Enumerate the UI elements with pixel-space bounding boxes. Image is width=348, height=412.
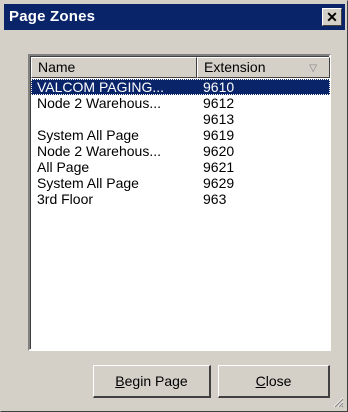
begin-page-button[interactable]: Begin Page <box>93 365 211 398</box>
close-button[interactable]: Close <box>218 365 330 398</box>
list-item[interactable]: Node 2 Warehous... 9612 <box>31 95 330 111</box>
zone-name: System All Page <box>37 175 139 191</box>
zone-extension: 9610 <box>203 79 235 95</box>
list-item[interactable]: System All Page 9629 <box>31 175 330 191</box>
column-header-extension[interactable]: Extension ▽ <box>197 57 330 78</box>
zone-extension: 9613 <box>203 111 235 127</box>
zone-extension: 9619 <box>203 127 235 143</box>
zone-extension: 963 <box>203 191 227 207</box>
window-title: Page Zones <box>9 8 96 25</box>
zone-name: System All Page <box>37 127 139 143</box>
list-header: Name Extension ▽ <box>31 57 332 78</box>
column-header-extension-label: Extension <box>204 59 266 75</box>
zone-extension: 9612 <box>203 95 235 111</box>
zone-extension: 9629 <box>203 175 235 191</box>
zone-name: Node 2 Warehous... <box>37 143 161 159</box>
zone-name: Node 2 Warehous... <box>37 95 161 111</box>
page-zones-list[interactable]: Name Extension ▽ VALCOM PAGING... 9610 N… <box>28 54 331 351</box>
list-item[interactable]: System All Page 9619 <box>31 127 330 143</box>
zone-extension: 9621 <box>203 159 235 175</box>
zone-name: All Page <box>37 159 90 175</box>
page-zones-dialog: Page Zones ✕ Name Extension ▽ VALCOM PAG… <box>0 0 348 412</box>
list-rows: VALCOM PAGING... 9610 Node 2 Warehous...… <box>31 79 330 207</box>
begin-page-button-label: Begin Page <box>115 373 188 389</box>
list-item[interactable]: Node 2 Warehous... 9620 <box>31 143 330 159</box>
title-bar[interactable]: Page Zones ✕ <box>4 4 345 30</box>
column-header-name[interactable]: Name <box>31 57 197 78</box>
close-button-label: Close <box>255 373 292 389</box>
list-item[interactable]: 3rd Floor 963 <box>31 191 330 207</box>
close-icon: ✕ <box>326 9 338 25</box>
zone-extension: 9620 <box>203 143 235 159</box>
zone-name: 3rd Floor <box>37 191 94 207</box>
list-item[interactable]: VALCOM PAGING... 9610 <box>31 79 330 95</box>
list-item[interactable]: All Page 9621 <box>31 159 330 175</box>
zone-name: VALCOM PAGING... <box>37 79 165 95</box>
resize-grip-icon[interactable] <box>332 396 344 408</box>
sort-descending-icon: ▽ <box>309 63 317 74</box>
column-header-name-label: Name <box>38 59 76 75</box>
close-window-button[interactable]: ✕ <box>322 8 342 26</box>
list-item[interactable]: 9613 <box>31 111 330 127</box>
